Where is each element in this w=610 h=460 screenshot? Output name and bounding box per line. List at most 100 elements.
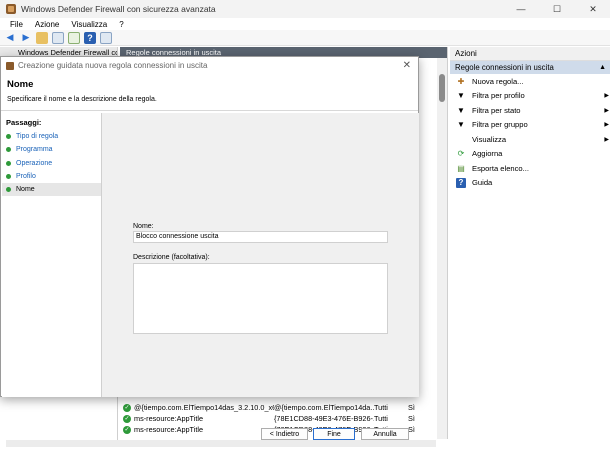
action-label: Visualizza — [472, 134, 507, 144]
help-icon[interactable]: ? — [84, 31, 96, 44]
wizard-subtitle: Specificare il nome e la descrizione del… — [7, 96, 157, 103]
forward-arrow-icon[interactable]: ▶ — [20, 32, 32, 44]
step-action[interactable]: Operazione — [2, 157, 101, 170]
rule-name-cell: @{tiempo.com.ElTiempo14das_3.2.10.0_x64.… — [134, 403, 274, 412]
action-label: Filtra per gruppo — [472, 120, 528, 130]
menu-bar: File Azione Visualizza ? — [0, 18, 610, 30]
filter-icon: ▼ — [457, 91, 465, 101]
maximize-button[interactable]: ☐ — [540, 0, 574, 18]
window-titlebar: Windows Defender Firewall con sicurezza … — [0, 0, 610, 18]
step-label: Tipo di regola — [16, 133, 59, 141]
rule-group-cell: {78E1CD88-49E3-476E-B926-... — [274, 414, 374, 423]
action-help[interactable]: ? Guida — [450, 176, 610, 191]
step-label: Operazione — [16, 159, 53, 167]
toolbar: ◀ ▶ ? — [0, 30, 610, 46]
rule-enabled-cell: Sì — [408, 425, 415, 434]
filter-icon: ▼ — [457, 105, 465, 115]
step-profile[interactable]: Profilo — [2, 170, 101, 183]
action-label: Aggiorna — [472, 149, 503, 159]
step-done-icon — [6, 147, 11, 153]
actions-header: Azioni — [450, 47, 610, 61]
wizard-content: Nome: Blocco connessione uscita Descrizi… — [101, 113, 419, 440]
filter-icon: ▼ — [457, 120, 465, 130]
submenu-arrow-icon: ▶ — [604, 107, 609, 114]
horizontal-scrollbar[interactable] — [6, 440, 436, 447]
rule-name-field[interactable]: Blocco connessione uscita — [133, 231, 388, 243]
table-row[interactable]: ✓ ms-resource:AppTitle {78E1CD88-49E3-47… — [120, 413, 440, 424]
wizard-heading: Nome — [7, 79, 34, 90]
menu-help[interactable]: ? — [119, 20, 123, 29]
step-name[interactable]: Nome — [2, 183, 101, 197]
close-window-button[interactable]: ✕ — [576, 0, 610, 18]
rule-group-cell: @{tiempo.com.ElTiempo14da... — [274, 403, 374, 412]
folder-icon[interactable] — [36, 31, 48, 44]
rule-name-cell: ms-resource:AppTitle — [134, 425, 204, 434]
minimize-button[interactable]: — — [504, 0, 538, 18]
action-refresh[interactable]: ⟳ Aggiorna — [450, 147, 610, 162]
show-hide-tree-icon[interactable] — [52, 31, 64, 44]
enabled-check-icon: ✓ — [123, 414, 131, 423]
finish-button[interactable]: Fine — [313, 428, 355, 440]
wizard-title: Creazione guidata nuova regola connessio… — [18, 61, 208, 70]
menu-visualizza[interactable]: Visualizza — [71, 20, 107, 29]
table-row[interactable]: ✓ @{tiempo.com.ElTiempo14das_3.2.10.0_x6… — [120, 402, 440, 413]
name-label: Nome: — [133, 223, 154, 230]
back-arrow-icon[interactable]: ◀ — [4, 32, 16, 44]
step-program[interactable]: Programma — [2, 143, 101, 156]
refresh-icon: ⟳ — [457, 149, 465, 159]
rule-enabled-cell: Sì — [408, 414, 415, 423]
step-label: Profilo — [16, 173, 36, 181]
cancel-button[interactable]: Annulla — [361, 428, 409, 440]
actions-section-label: Regole connessioni in uscita — [455, 63, 554, 72]
collapse-caret-icon[interactable]: ▲ — [599, 61, 606, 74]
step-done-icon — [6, 174, 11, 180]
action-new-rule[interactable]: ✚ Nuova regola... — [450, 74, 610, 89]
scrollbar-thumb[interactable] — [439, 74, 445, 102]
help-icon: ? — [456, 177, 466, 188]
menu-azione[interactable]: Azione — [35, 20, 59, 29]
step-done-icon — [6, 160, 11, 166]
submenu-arrow-icon: ▶ — [604, 93, 609, 100]
step-label: Nome — [16, 186, 35, 194]
submenu-arrow-icon: ▶ — [604, 122, 609, 129]
description-label: Descrizione (facoltativa): — [133, 254, 210, 261]
new-outbound-rule-wizard: Creazione guidata nuova regola connessio… — [0, 56, 419, 440]
step-label: Programma — [16, 146, 53, 154]
action-filter-state[interactable]: ▼ Filtra per stato ▶ — [450, 103, 610, 118]
enabled-check-icon: ✓ — [123, 403, 131, 412]
rules-list-scrollbar[interactable] — [437, 58, 447, 439]
step-done-icon — [6, 134, 11, 140]
menu-file[interactable]: File — [10, 20, 23, 29]
action-view[interactable]: Visualizza ▶ — [450, 132, 610, 147]
view-icon — [456, 134, 466, 144]
firewall-app-icon — [6, 61, 14, 70]
export-icon: ▤ — [457, 163, 465, 173]
action-filter-group[interactable]: ▼ Filtra per gruppo ▶ — [450, 118, 610, 133]
step-rule-type[interactable]: Tipo di regola — [2, 130, 101, 143]
action-label: Filtra per stato — [472, 105, 521, 115]
rule-enabled-cell: Sì — [408, 403, 415, 412]
rule-profile-cell: Tutti — [374, 414, 388, 423]
firewall-app-icon — [6, 4, 16, 14]
rule-description-field[interactable] — [133, 263, 388, 334]
action-label: Esporta elenco... — [472, 163, 529, 173]
actions-section-header[interactable]: Regole connessioni in uscita ▲ — [450, 61, 610, 74]
new-rule-icon: ✚ — [457, 76, 465, 86]
step-current-icon — [6, 187, 11, 193]
action-filter-profile[interactable]: ▼ Filtra per profilo ▶ — [450, 89, 610, 104]
rule-profile-cell: Tutti — [374, 403, 388, 412]
wizard-close-button[interactable]: ✕ — [403, 60, 411, 71]
wizard-titlebar: Creazione guidata nuova regola connessio… — [1, 57, 418, 74]
steps-label: Passaggi: — [6, 118, 42, 127]
action-label: Guida — [472, 178, 493, 188]
export-list-icon[interactable] — [68, 31, 80, 44]
rule-name-cell: ms-resource:AppTitle — [134, 414, 204, 423]
action-label: Filtra per profilo — [472, 91, 525, 101]
window-title: Windows Defender Firewall con sicurezza … — [21, 4, 216, 14]
submenu-arrow-icon: ▶ — [604, 136, 609, 143]
enabled-check-icon: ✓ — [123, 425, 131, 434]
action-pane-icon[interactable] — [100, 31, 112, 44]
back-button[interactable]: < Indietro — [261, 428, 308, 440]
action-export-list[interactable]: ▤ Esporta elenco... — [450, 161, 610, 176]
wizard-header: Nome Specificare il nome e la descrizion… — [1, 74, 418, 111]
